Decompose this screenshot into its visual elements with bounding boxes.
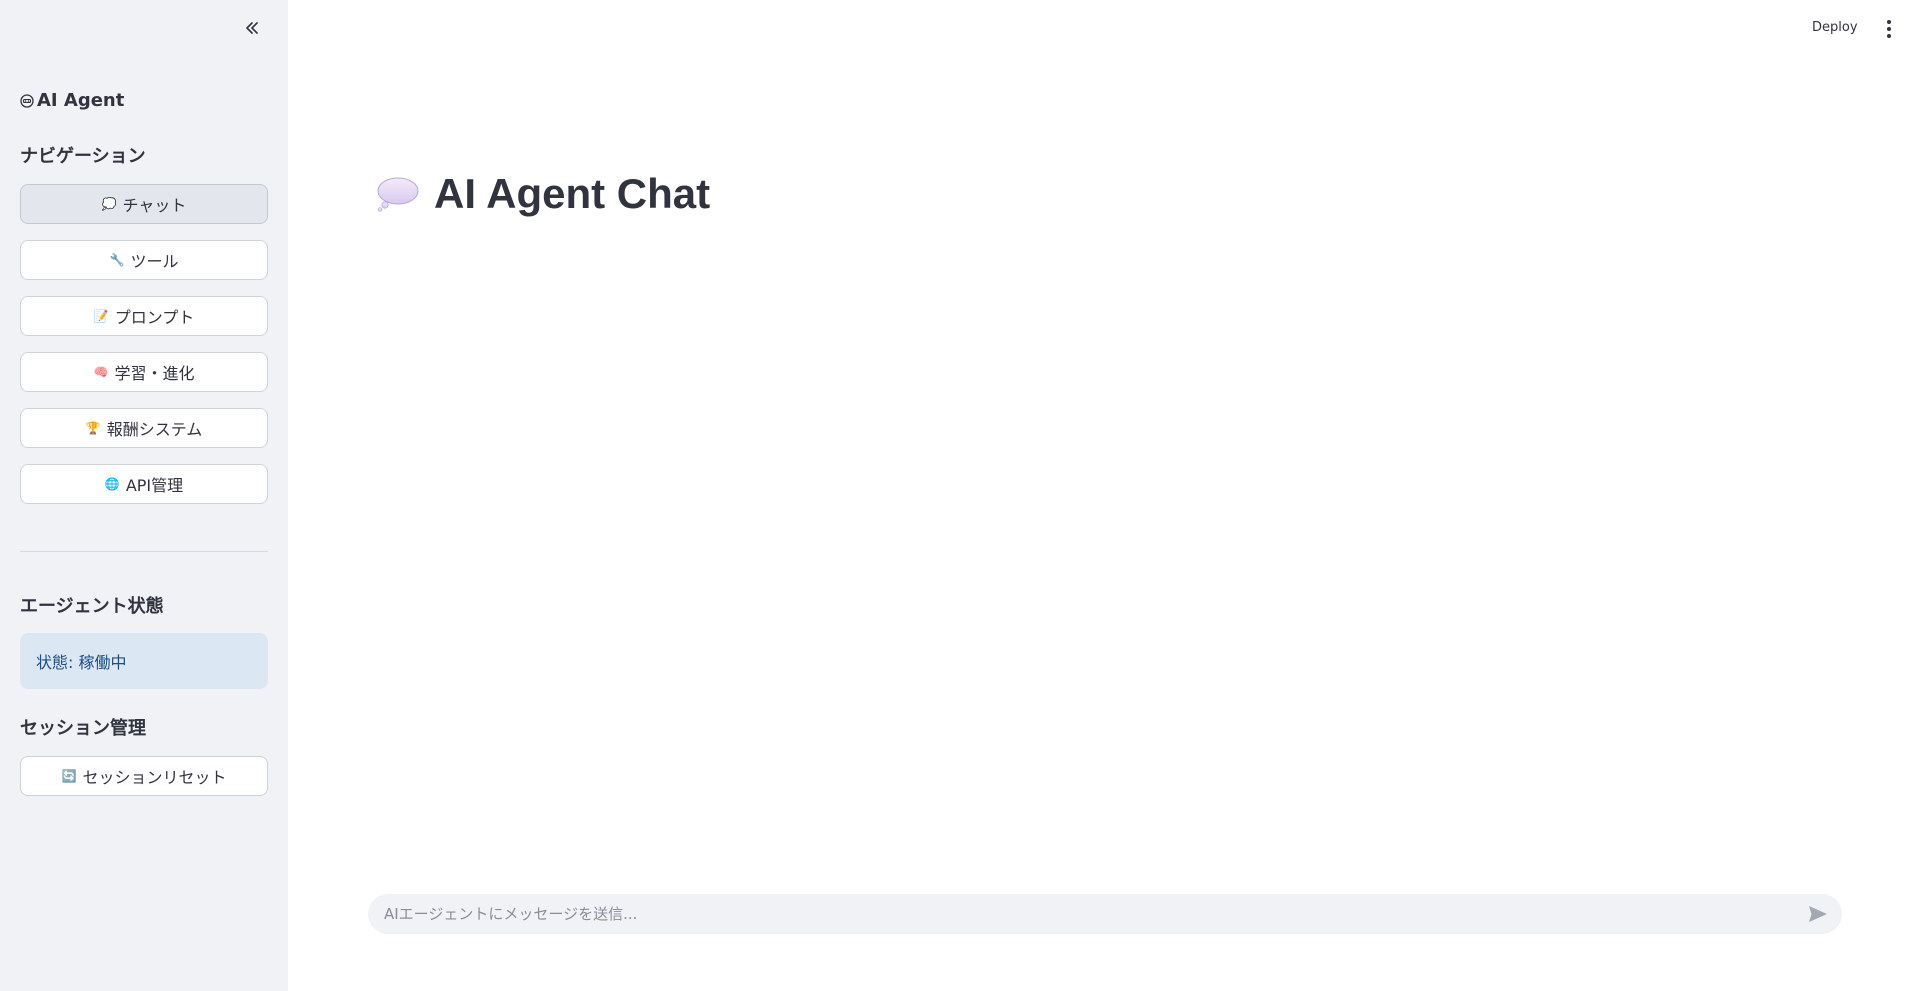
brain-icon: 🧠	[93, 365, 109, 379]
collapse-sidebar-button[interactable]	[240, 16, 264, 40]
nav-button-reward[interactable]: 🏆 報酬システム	[20, 408, 268, 448]
sidebar: AI Agent ナビゲーション 💭 チャット 🔧 ツール 📝 プロンプト 🧠 …	[0, 0, 288, 991]
nav-button-tools[interactable]: 🔧 ツール	[20, 240, 268, 280]
nav-button-api[interactable]: 🌐 API管理	[20, 464, 268, 504]
sidebar-brand: AI Agent	[20, 90, 124, 111]
nav-button-label: 学習・進化	[114, 364, 195, 383]
sidebar-divider	[20, 551, 268, 552]
page-title-text: AI Agent Chat	[434, 170, 711, 217]
brand-label: AI Agent	[37, 90, 125, 111]
main-menu-button[interactable]	[1882, 18, 1896, 40]
nav-button-prompt[interactable]: 📝 プロンプト	[20, 296, 268, 336]
robot-icon	[20, 93, 34, 108]
nav-button-label: チャット	[122, 196, 187, 215]
double-chevron-left-icon	[246, 22, 258, 34]
wrench-icon: 🔧	[109, 253, 125, 267]
nav-button-learning[interactable]: 🧠 学習・進化	[20, 352, 268, 392]
session-section-title: セッション管理	[20, 718, 146, 739]
status-section-title: エージェント状態	[20, 596, 164, 617]
chat-message-input[interactable]	[368, 894, 1798, 934]
deploy-button[interactable]: Deploy	[1812, 20, 1858, 35]
nav-button-chat[interactable]: 💭 チャット	[20, 184, 268, 224]
nav-section-title: ナビゲーション	[20, 146, 146, 167]
session-reset-label: セッションリセット	[82, 768, 227, 787]
agent-status-box: 状態: 稼働中	[20, 633, 268, 689]
memo-icon: 📝	[93, 309, 109, 323]
page-title: AI Agent Chat	[376, 170, 710, 218]
send-icon	[1809, 906, 1827, 922]
nav-button-label: プロンプト	[114, 308, 195, 327]
session-reset-button[interactable]: 🔄 セッションリセット	[20, 756, 268, 796]
agent-status-text: 状態: 稼働中	[36, 653, 127, 672]
vertical-ellipsis-icon	[1887, 20, 1891, 24]
send-button[interactable]	[1798, 894, 1838, 934]
speech-bubble-icon	[377, 177, 419, 212]
refresh-icon: 🔄	[61, 769, 77, 783]
nav-button-label: API管理	[125, 476, 184, 495]
nav-button-label: 報酬システム	[106, 420, 203, 439]
chat-input-container	[368, 894, 1842, 934]
speech-bubble-icon: 💭	[101, 197, 117, 211]
trophy-icon: 🏆	[85, 421, 101, 435]
nav-button-label: ツール	[130, 252, 179, 271]
globe-icon: 🌐	[104, 477, 120, 491]
